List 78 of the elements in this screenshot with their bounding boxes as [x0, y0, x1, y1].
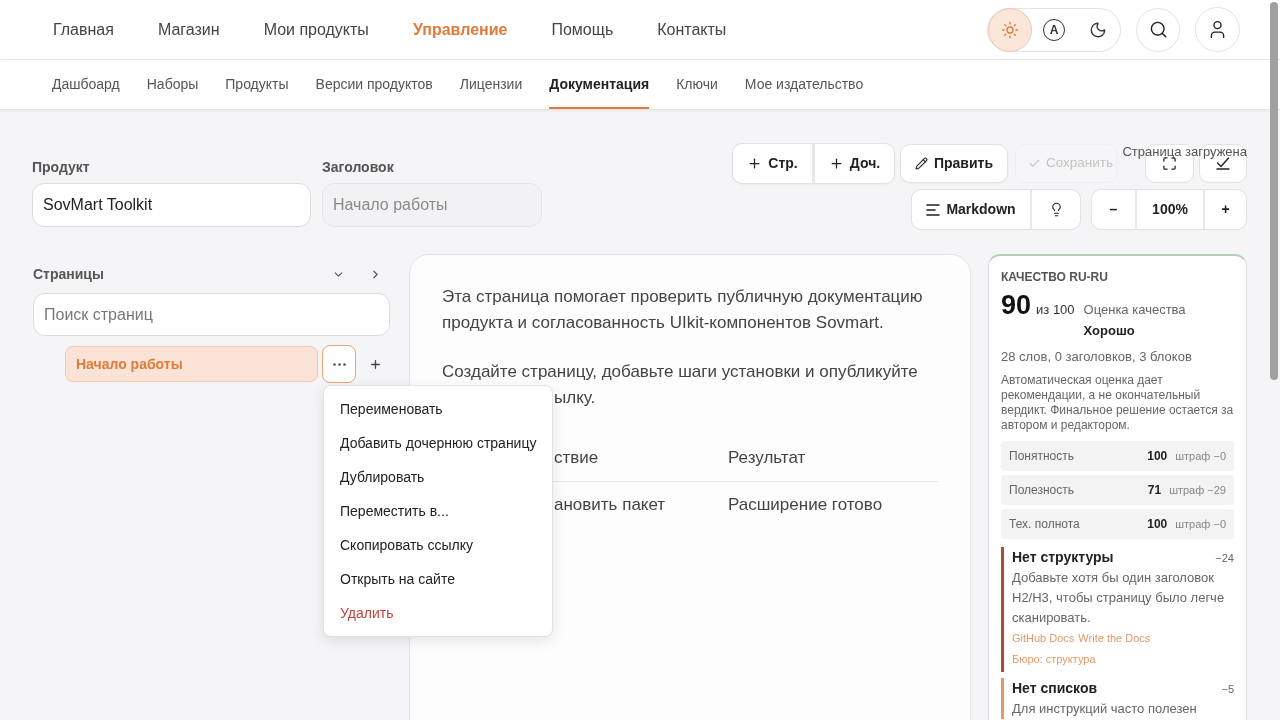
nav-link[interactable]: Главная [53, 17, 114, 42]
pencil-icon [914, 157, 928, 170]
nav-link[interactable]: Мои продукты [263, 17, 369, 42]
section-tab[interactable]: Мое издательство [744, 60, 864, 109]
issue-penalty: −5 [1221, 682, 1234, 697]
pages-heading: Страницы [33, 264, 104, 284]
profile-button[interactable] [1195, 7, 1240, 52]
check-underline-icon [1216, 157, 1230, 170]
section-tab[interactable]: Лицензии [459, 60, 523, 109]
issue-title: Нет структуры [1012, 548, 1114, 567]
auto-theme-button[interactable]: A [1032, 7, 1076, 52]
field-label: Заголовок [322, 158, 395, 176]
metric-value: 71 [1147, 482, 1162, 499]
metric-penalty: штраф −0 [1175, 448, 1226, 464]
section-tab[interactable]: Наборы [146, 60, 199, 109]
menu-item[interactable]: Переместить в... [324, 494, 552, 528]
menu-item[interactable]: Переименовать [324, 392, 552, 426]
step-action: ановить пакет [554, 494, 666, 514]
menu-item[interactable]: Открыть на сайте [324, 562, 552, 596]
document-paragraph: Эта страница помогает проверить публичную документацию продукта и согласованность UIkit-компонентов Sovmart. [442, 286, 924, 334]
document-paragraph: Создайте страницу, добавьте шаги установки и опубликуйте [442, 361, 919, 383]
zoom-in-button[interactable]: + [1205, 190, 1246, 229]
search-icon [1148, 20, 1168, 39]
menu-item[interactable]: Скопировать ссылку [324, 528, 552, 562]
metric-name: Понятность [1009, 448, 1074, 465]
plus-icon [828, 156, 844, 171]
metric-value: 100 [1147, 516, 1168, 533]
section-tab[interactable]: Версии продуктов [315, 60, 433, 109]
section-tab[interactable]: Документация [549, 60, 650, 109]
add-page-button[interactable]: Доч. [815, 144, 894, 183]
section-tab[interactable]: Дашбоард [52, 60, 120, 109]
column-header: ствие [554, 448, 599, 467]
metric-value: 100 [1147, 448, 1168, 465]
section-tab[interactable]: Ключи [676, 60, 718, 109]
nav-link[interactable]: Контакты [657, 17, 727, 42]
title-input[interactable]: Начало работы [322, 183, 542, 227]
metric-name: Полезность [1009, 482, 1074, 499]
step-result: Расширение готово [728, 494, 883, 514]
nav-link[interactable]: Помощь [551, 17, 614, 42]
issue-penalty: −24 [1215, 551, 1234, 566]
field-label: Продукт [32, 158, 91, 176]
add-page-button[interactable]: Стр. [733, 144, 812, 183]
disclaimer-text: Автоматическая оценка дает рекомендации, а не окончательный вердикт. Финальное решение остается за автором и редактором. [1001, 373, 1234, 433]
zoom-out-button[interactable]: – [1092, 190, 1135, 229]
score-max: из 100 [1036, 301, 1075, 319]
scrollbar-thumb[interactable] [1270, 2, 1278, 380]
menu-item[interactable]: Удалить [324, 596, 552, 630]
section-tab[interactable]: Продукты [225, 60, 289, 109]
menu-item[interactable]: Добавить дочернюю страницу [324, 426, 552, 460]
markdown-button[interactable]: Markdown [912, 190, 1030, 229]
status-text: Страница загружена [1122, 143, 1247, 161]
issue-title: Нет списков [1012, 679, 1098, 698]
product-input[interactable]: SovMart Toolkit [32, 183, 311, 227]
check-icon [1028, 157, 1041, 170]
quality-title: КАЧЕСТВО RU-RU [1001, 269, 1109, 285]
metric-name: Тех. полнота [1009, 516, 1080, 533]
plus-icon [747, 156, 763, 171]
column-header: Результат [728, 448, 806, 467]
score-value: 90 [1001, 289, 1032, 321]
search-button[interactable] [1136, 7, 1180, 52]
issue-description: Для инструкций часто полезен [1012, 700, 1198, 718]
edit-button[interactable]: Править [900, 144, 1008, 183]
plus-icon [368, 357, 382, 371]
score-label: Оценка качества [1083, 301, 1186, 319]
paragraph-fragment: ылку. [554, 387, 596, 409]
metric-penalty: штраф −0 [1175, 516, 1226, 532]
moon-icon [1089, 20, 1107, 39]
nav-link[interactable]: Магазин [157, 17, 220, 42]
ellipsis-icon [332, 362, 346, 366]
page-search-field[interactable]: Поиск страниц [33, 293, 390, 336]
sun-icon [1001, 20, 1019, 39]
verdict-text: Хорошо [1083, 322, 1136, 340]
stats-text: 28 слов, 0 заголовков, 3 блоков [1001, 348, 1193, 366]
menu-item[interactable]: Дублировать [324, 460, 552, 494]
metric-penalty: штраф −29 [1169, 482, 1226, 498]
issue-description: Добавьте хотя бы один заголовок H2/H3, чтобы страницу было легче сканировать. [1012, 569, 1226, 627]
zoom-value: 100% [1137, 190, 1203, 229]
lines-icon [926, 203, 941, 216]
